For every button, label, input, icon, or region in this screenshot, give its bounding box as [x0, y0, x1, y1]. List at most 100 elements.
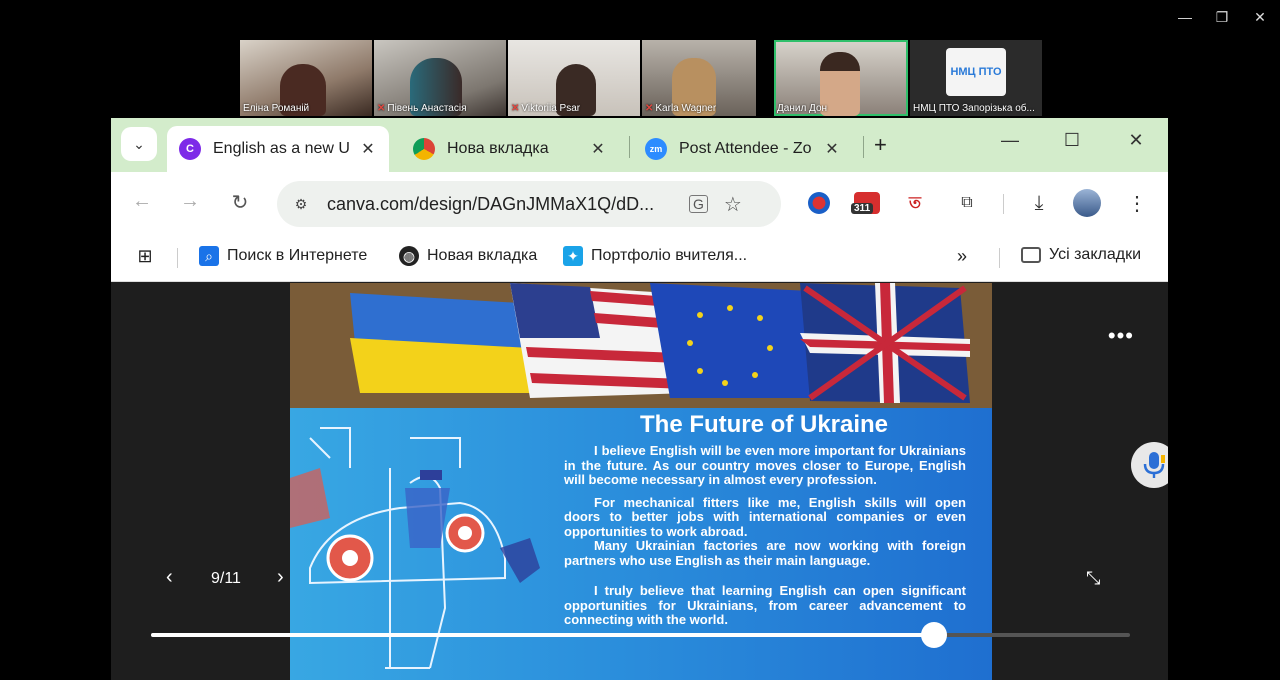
- browser-close-button[interactable]: ✕: [1121, 130, 1151, 151]
- progress-fill: [151, 633, 935, 637]
- organization-logo: НМЦ ПТО: [946, 48, 1006, 96]
- close-tab-icon[interactable]: ✕: [357, 139, 379, 159]
- address-bar[interactable]: ⚙ canva.com/design/DAGnJMMaX1Q/dD... G ☆: [277, 181, 781, 227]
- tab-title: English as a new U: [213, 140, 350, 157]
- minimize-icon: —: [1001, 130, 1019, 150]
- mechanic-illustration: [290, 427, 540, 669]
- participant-tile[interactable]: НМЦ ПТО НМЦ ПТО Запорізька об...: [910, 40, 1042, 116]
- plus-icon: +: [874, 132, 887, 157]
- chrome-icon: [413, 138, 435, 160]
- profile-avatar[interactable]: [1073, 189, 1101, 217]
- browser-minimize-button[interactable]: —: [995, 130, 1025, 151]
- chevron-right-icon: ›: [277, 566, 284, 588]
- new-tab-button[interactable]: +: [874, 132, 887, 158]
- participant-tile[interactable]: ✕ Viktoriia Psar: [508, 40, 640, 116]
- exit-fullscreen-button[interactable]: ⤡: [1086, 568, 1100, 589]
- participant-tile[interactable]: ✕ Півень Анастасія: [374, 40, 506, 116]
- close-window-button[interactable]: ✕: [1245, 6, 1275, 28]
- chevron-double-right-icon: »: [957, 246, 968, 266]
- reload-button[interactable]: ↻: [227, 190, 253, 215]
- bookmark-portfolio[interactable]: ✦ Портфоліо вчителя...: [563, 246, 747, 266]
- extension-cup-icon[interactable]: ত: [901, 189, 929, 217]
- canva-icon: C: [179, 138, 201, 160]
- bookmark-label: Поиск в Интернете: [227, 247, 368, 264]
- presentation-progress-bar[interactable]: [151, 622, 1130, 648]
- close-tab-icon[interactable]: ✕: [821, 139, 843, 159]
- minimize-window-button[interactable]: —: [1170, 6, 1200, 28]
- slide-paragraph: I believe English will be even more impo…: [564, 443, 966, 487]
- collapse-icon: ⤡: [1086, 568, 1101, 588]
- tab-divider: [629, 136, 630, 158]
- next-slide-button[interactable]: ›: [277, 566, 284, 589]
- tab-bar: ⌄ C English as a new U ✕ Нова вкладка ✕ …: [111, 118, 1168, 172]
- restore-window-button[interactable]: ❐: [1207, 6, 1237, 28]
- tab-divider: [863, 136, 864, 158]
- previous-slide-button[interactable]: ‹: [166, 566, 173, 589]
- shared-browser-window: ⌄ C English as a new U ✕ Нова вкладка ✕ …: [111, 118, 1168, 680]
- back-button[interactable]: ←: [129, 190, 155, 213]
- translate-icon[interactable]: G: [689, 195, 708, 213]
- progress-knob[interactable]: [921, 622, 948, 648]
- globe-icon: ◍: [399, 246, 419, 266]
- participant-tile[interactable]: Еліна Романій: [240, 40, 372, 116]
- mic-muted-icon: ✕: [645, 103, 654, 114]
- bookmarks-divider: [999, 248, 1000, 268]
- download-icon[interactable]: ⤓: [1025, 189, 1053, 217]
- microphone-icon: [1143, 452, 1165, 478]
- slide-paragraph: I truly believe that learning English ca…: [564, 583, 966, 627]
- slide-paragraph: For mechanical fitters like me, English …: [564, 494, 966, 539]
- participant-name: НМЦ ПТО Запорізька об...: [913, 103, 1035, 114]
- close-icon: ✕: [1128, 130, 1144, 150]
- forward-button[interactable]: →: [177, 190, 203, 213]
- extension-badge-button[interactable]: 311: [851, 189, 881, 217]
- bookmark-star-icon[interactable]: ☆: [724, 192, 742, 217]
- all-bookmarks-button[interactable]: Усі закладки: [1021, 246, 1141, 264]
- presentation-viewer: The Future of Ukraine I believe English …: [111, 283, 1168, 680]
- tab-zoom[interactable]: zm Post Attendee - Zo ✕: [633, 126, 853, 172]
- bookmark-search[interactable]: ⌕ Поиск в Интернете: [199, 246, 367, 266]
- url-text[interactable]: canva.com/design/DAGnJMMaX1Q/dD...: [327, 194, 677, 215]
- reload-icon: ↻: [231, 192, 249, 214]
- bookmarks-divider: [177, 248, 178, 268]
- tab-canva[interactable]: C English as a new U ✕: [167, 126, 389, 172]
- toolbar-divider: [1003, 194, 1004, 214]
- tab-title: Нова вкладка: [447, 140, 549, 157]
- tab-new-tab[interactable]: Нова вкладка ✕: [401, 126, 619, 172]
- apps-grid-icon[interactable]: ⊞: [135, 246, 155, 266]
- flags-image: [290, 283, 992, 408]
- screen: — ❐ ✕ Еліна Романій ✕ Півень Анастасія ✕ V…: [0, 0, 1280, 680]
- more-options-button[interactable]: •••: [1108, 323, 1134, 349]
- bookmark-label: Портфоліо вчителя...: [591, 247, 748, 264]
- participant-name: ✕ Karla Wagner: [645, 103, 717, 114]
- participant-name: ✕ Viktoriia Psar: [511, 103, 581, 114]
- participant-tile[interactable]: ✕ Karla Wagner: [642, 40, 756, 116]
- arrow-right-icon: →: [180, 190, 200, 212]
- more-bookmarks-button[interactable]: »: [957, 246, 967, 267]
- slide: The Future of Ukraine I believe English …: [290, 283, 992, 680]
- browser-menu-icon[interactable]: ⋮: [1123, 189, 1151, 217]
- extensions-puzzle-icon[interactable]: ⧉: [953, 189, 981, 217]
- mic-muted-icon: ✕: [511, 103, 520, 114]
- slide-page-indicator: 9/11: [211, 570, 241, 587]
- zoom-icon: zm: [645, 138, 667, 160]
- arrow-left-icon: ←: [132, 190, 152, 212]
- all-bookmarks-label: Усі закладки: [1049, 246, 1142, 263]
- site-settings-icon[interactable]: ⚙: [289, 196, 313, 213]
- voice-input-button[interactable]: [1131, 442, 1168, 488]
- participant-name: Данил Дон: [777, 103, 828, 114]
- participant-name: Еліна Романій: [243, 103, 310, 114]
- extension-shield-icon[interactable]: [805, 189, 833, 217]
- folder-icon: [1021, 247, 1041, 263]
- participant-tile-active-speaker[interactable]: Данил Дон: [774, 40, 908, 116]
- chevron-down-icon: ⌄: [133, 135, 145, 152]
- mic-muted-icon: ✕: [377, 103, 386, 114]
- slide-title: The Future of Ukraine: [640, 411, 889, 438]
- tab-search-button[interactable]: ⌄: [121, 127, 157, 161]
- search-icon: ⌕: [199, 246, 219, 266]
- puzzle-icon: ✦: [563, 246, 583, 266]
- browser-maximize-button[interactable]: ☐: [1057, 130, 1087, 151]
- bookmark-new-tab[interactable]: ◍ Новая вкладка: [399, 246, 537, 266]
- slide-body: The Future of Ukraine I believe English …: [290, 408, 992, 680]
- extension-count-badge: 311: [851, 203, 874, 214]
- close-tab-icon[interactable]: ✕: [587, 139, 609, 159]
